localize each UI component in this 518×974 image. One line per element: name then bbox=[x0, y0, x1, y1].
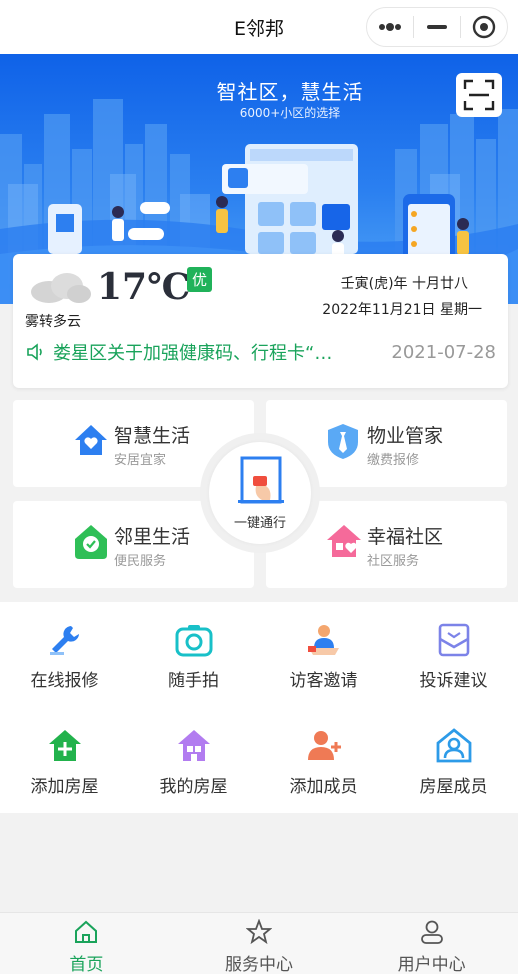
quick-visitor-invite[interactable]: 访客邀请 bbox=[259, 620, 388, 691]
notice-date: 2021-07-28 bbox=[391, 341, 496, 363]
quick-label: 房屋成员 bbox=[419, 777, 488, 797]
service-subtitle: 安居宜家 bbox=[114, 453, 167, 468]
tab-service-center[interactable]: 服务中心 bbox=[173, 913, 346, 974]
scan-button[interactable] bbox=[456, 73, 502, 117]
wrench-icon bbox=[49, 626, 79, 655]
cloud-weather-icon bbox=[31, 273, 91, 303]
tab-user-center[interactable]: 用户中心 bbox=[345, 913, 518, 974]
top-bar: E邻邦 bbox=[0, 0, 518, 54]
quick-online-repair[interactable]: 在线报修 bbox=[0, 620, 129, 691]
pink-house-icon bbox=[327, 525, 361, 557]
scan-icon bbox=[463, 79, 495, 111]
service-title: 物业管家 bbox=[367, 425, 444, 447]
add-house-icon bbox=[48, 730, 81, 761]
quick-add-member[interactable]: 添加成员 bbox=[259, 726, 388, 797]
star-icon bbox=[245, 918, 273, 945]
quick-add-house[interactable]: 添加房屋 bbox=[0, 726, 129, 797]
more-dots-icon bbox=[379, 23, 401, 31]
banner-slogan: 智社区，慧生活 bbox=[216, 80, 364, 104]
home-icon bbox=[75, 920, 98, 943]
tab-home[interactable]: 首页 bbox=[0, 913, 173, 974]
quick-functions: 在线报修 随手拍 访客邀请 投诉建议 添加房屋 我的房屋 添加成员 房屋成员 bbox=[0, 602, 518, 813]
camera-icon bbox=[175, 625, 212, 657]
lunar-date: 壬寅(虎)年 十月廿八 bbox=[340, 276, 468, 292]
one-touch-access-label: 一键通行 bbox=[233, 516, 286, 531]
quick-house-members[interactable]: 房屋成员 bbox=[389, 726, 518, 797]
quick-my-house[interactable]: 我的房屋 bbox=[129, 726, 258, 797]
service-subtitle: 便民服务 bbox=[114, 554, 167, 569]
door-access-icon bbox=[238, 456, 284, 504]
one-touch-access-button[interactable]: 一键通行 bbox=[200, 433, 320, 553]
quick-label: 添加房屋 bbox=[30, 777, 99, 797]
close-button[interactable] bbox=[461, 8, 507, 46]
quick-complaint[interactable]: 投诉建议 bbox=[389, 620, 518, 691]
house-member-icon bbox=[436, 728, 471, 763]
service-title: 邻里生活 bbox=[114, 526, 191, 548]
tab-label: 服务中心 bbox=[225, 955, 293, 974]
weather-card: 17℃ 优 雾转多云 壬寅(虎)年 十月廿八 2022年11月21日 星期一 娄… bbox=[13, 254, 508, 388]
notice-text[interactable]: 娄星区关于加强健康码、行程卡“… bbox=[53, 339, 373, 365]
tab-label: 首页 bbox=[69, 955, 104, 974]
service-subtitle: 社区服务 bbox=[367, 554, 420, 569]
speaker-icon bbox=[27, 343, 42, 361]
quick-label: 在线报修 bbox=[30, 671, 99, 691]
quick-label: 添加成员 bbox=[289, 777, 358, 797]
tab-label: 用户中心 bbox=[397, 955, 466, 974]
quick-snapshot[interactable]: 随手拍 bbox=[129, 620, 258, 691]
service-title: 智慧生活 bbox=[114, 425, 191, 447]
tab-bar: 首页 服务中心 用户中心 bbox=[0, 912, 518, 974]
my-house-icon bbox=[177, 730, 210, 761]
quick-label: 访客邀请 bbox=[289, 671, 358, 691]
service-title: 幸福社区 bbox=[367, 526, 444, 548]
banner-subslogan: 6000+小区的选择 bbox=[239, 106, 341, 120]
minimize-button[interactable] bbox=[414, 8, 460, 46]
air-quality-badge: 优 bbox=[187, 267, 213, 292]
green-house-icon bbox=[75, 525, 107, 559]
temperature: 17℃ bbox=[97, 266, 191, 308]
quick-label: 随手拍 bbox=[168, 671, 219, 691]
quick-label: 我的房屋 bbox=[159, 777, 228, 797]
house-heart-icon bbox=[75, 425, 107, 455]
miniprogram-capsule bbox=[366, 7, 508, 47]
target-close-icon bbox=[472, 15, 496, 39]
user-icon bbox=[420, 920, 443, 944]
minus-icon bbox=[427, 25, 447, 29]
visitor-icon bbox=[307, 625, 339, 655]
notice-bar[interactable]: 娄星区关于加强健康码、行程卡“… 2021-07-28 bbox=[25, 338, 496, 366]
add-member-icon bbox=[307, 731, 341, 760]
shield-tie-icon bbox=[328, 424, 358, 459]
quick-label: 投诉建议 bbox=[419, 671, 488, 691]
one-touch-access-inner: 一键通行 bbox=[209, 442, 311, 544]
complaint-icon bbox=[438, 623, 469, 657]
calendar-date: 2022年11月21日 星期一 bbox=[322, 302, 482, 318]
weather-description: 雾转多云 bbox=[25, 314, 81, 330]
more-button[interactable] bbox=[367, 8, 413, 46]
service-subtitle: 缴费报修 bbox=[367, 453, 420, 468]
